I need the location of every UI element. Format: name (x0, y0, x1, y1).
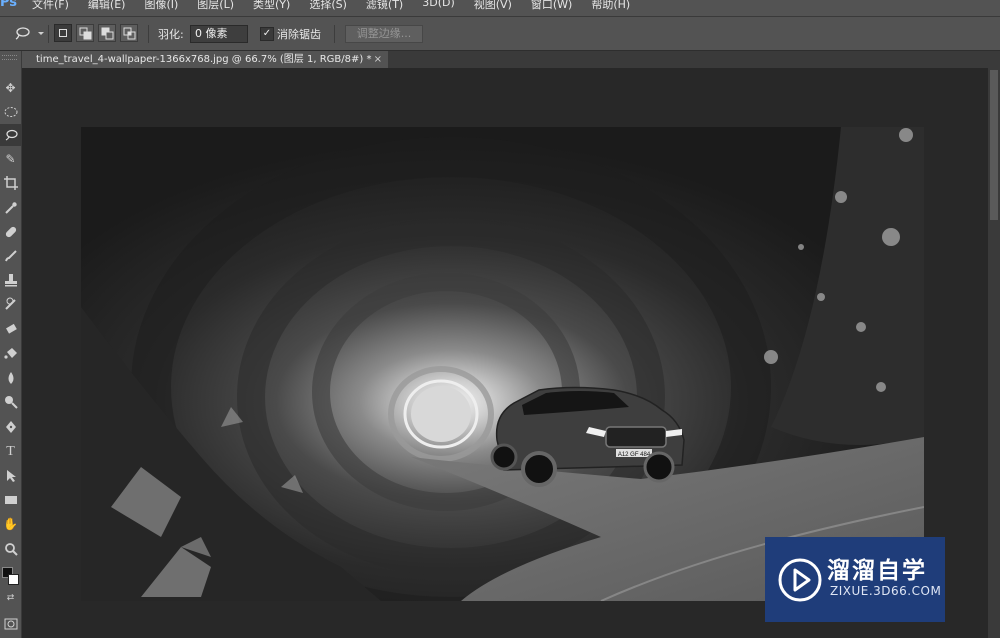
type-icon: T (6, 444, 15, 459)
close-icon[interactable]: × (374, 51, 382, 68)
eyedropper-icon (4, 202, 17, 214)
license-plate: A12 GF 484 (618, 452, 651, 458)
app-logo: Ps (0, 0, 18, 10)
menu-list: 文件(F) 编辑(E) 图像(I) 图层(L) 类型(Y) 选择(S) 滤镜(T… (32, 0, 649, 12)
menu-bar: Ps 文件(F) 编辑(E) 图像(I) 图层(L) 类型(Y) 选择(S) 滤… (0, 0, 1000, 17)
menu-type[interactable]: 类型(Y) (253, 0, 290, 12)
hand-icon: ✋ (3, 517, 18, 531)
vertical-scrollbar[interactable] (988, 68, 1000, 638)
lasso-icon (5, 129, 18, 141)
paint-bucket-icon (3, 348, 17, 359)
pen-tool[interactable] (0, 416, 21, 438)
options-bar: 羽化: 0 像素 ✓ 消除锯齿 调整边缘... (0, 17, 1000, 51)
add-selection-button[interactable] (76, 24, 94, 42)
menu-edit[interactable]: 编辑(E) (88, 0, 126, 12)
move-icon: ✥ (5, 81, 16, 95)
rectangle-tool[interactable] (0, 489, 21, 511)
tunnel-car-photo: A12 GF 484 (81, 127, 924, 601)
menu-view[interactable]: 视图(V) (474, 0, 512, 12)
stamp-icon (4, 274, 17, 287)
eraser-tool[interactable] (0, 318, 21, 340)
crop-tool[interactable] (0, 172, 21, 194)
divider (334, 25, 335, 43)
intersect-selection-button[interactable] (120, 24, 138, 42)
bandage-icon (5, 226, 16, 238)
divider (48, 25, 49, 43)
drop-icon (8, 372, 13, 384)
quick-mask-icon (4, 618, 17, 630)
menu-help[interactable]: 帮助(H) (591, 0, 630, 12)
lasso-icon (15, 27, 44, 40)
eraser-icon (5, 323, 17, 334)
blur-tool[interactable] (0, 367, 21, 389)
history-brush-icon (4, 297, 16, 310)
chevron-down-icon (38, 32, 44, 35)
arrow-icon (6, 470, 16, 482)
brush-tool[interactable] (0, 245, 21, 267)
crop-icon (3, 176, 18, 190)
background-color-swatch[interactable] (8, 574, 19, 585)
ellipse-marquee-icon (4, 107, 17, 117)
document-tab-label: time_travel_4-wallpaper-1366x768.jpg @ 6… (36, 54, 372, 65)
brush-icon (4, 250, 17, 262)
document-canvas[interactable]: A12 GF 484 (81, 127, 924, 601)
pen-icon (5, 421, 16, 433)
tool-preset-picker[interactable] (6, 23, 46, 43)
dodge-tool[interactable] (0, 391, 21, 413)
type-tool[interactable]: T (0, 441, 21, 463)
antialias-checkbox[interactable]: ✓ (260, 27, 274, 41)
quick-selection-tool[interactable]: ✎ (0, 148, 21, 170)
watermark: 溜溜自学 ZIXUE.3D66.COM (765, 537, 945, 622)
document-tab-bar: time_travel_4-wallpaper-1366x768.jpg @ 6… (22, 51, 1000, 68)
menu-filter[interactable]: 滤镜(T) (366, 0, 403, 12)
intersect-selection-icon (123, 27, 136, 40)
watermark-subtitle: ZIXUE.3D66.COM (830, 584, 942, 598)
healing-brush-tool[interactable] (0, 221, 21, 243)
menu-image[interactable]: 图像(I) (144, 0, 178, 12)
eyedropper-tool[interactable] (0, 197, 21, 219)
move-tool[interactable]: ✥ (0, 77, 21, 99)
add-selection-icon (79, 27, 92, 40)
path-selection-tool[interactable] (0, 465, 21, 487)
paint-bucket-tool[interactable] (0, 342, 21, 364)
new-selection-button[interactable] (54, 24, 72, 42)
subtract-selection-button[interactable] (98, 24, 116, 42)
scrollbar-thumb[interactable] (990, 70, 998, 220)
watermark-title: 溜溜自学 (827, 558, 927, 584)
zoom-tool[interactable] (0, 538, 21, 560)
menu-select[interactable]: 选择(S) (309, 0, 347, 12)
lasso-tool[interactable] (0, 124, 21, 146)
tools-panel: ✥ ✎ T ✋ ⇄ (0, 51, 22, 638)
clone-stamp-tool[interactable] (0, 269, 21, 291)
magnifier-icon (4, 543, 18, 556)
swap-icon: ⇄ (6, 593, 15, 603)
antialias-label: 消除锯齿 (277, 28, 321, 41)
subtract-selection-icon (101, 27, 114, 40)
document-tab[interactable]: time_travel_4-wallpaper-1366x768.jpg @ 6… (22, 51, 388, 68)
dodge-icon (4, 396, 18, 409)
history-brush-tool[interactable] (0, 293, 21, 315)
feather-input[interactable]: 0 像素 (190, 25, 248, 43)
quick-mask-button[interactable] (0, 613, 21, 635)
play-logo-icon (778, 558, 822, 602)
menu-window[interactable]: 窗口(W) (531, 0, 572, 12)
divider (148, 25, 149, 43)
hand-tool[interactable]: ✋ (0, 513, 21, 535)
refine-edge-button[interactable]: 调整边缘... (345, 25, 423, 43)
quick-selection-icon: ✎ (5, 152, 16, 166)
swap-colors-button[interactable]: ⇄ (0, 591, 21, 605)
new-selection-icon (59, 29, 67, 37)
menu-layer[interactable]: 图层(L) (197, 0, 234, 12)
rectangle-icon (4, 496, 17, 504)
marquee-tool[interactable] (0, 101, 21, 123)
menu-3d[interactable]: 3D(D) (422, 0, 455, 12)
panel-grip[interactable] (2, 55, 17, 60)
menu-file[interactable]: 文件(F) (32, 0, 69, 12)
feather-label: 羽化: (158, 28, 184, 41)
